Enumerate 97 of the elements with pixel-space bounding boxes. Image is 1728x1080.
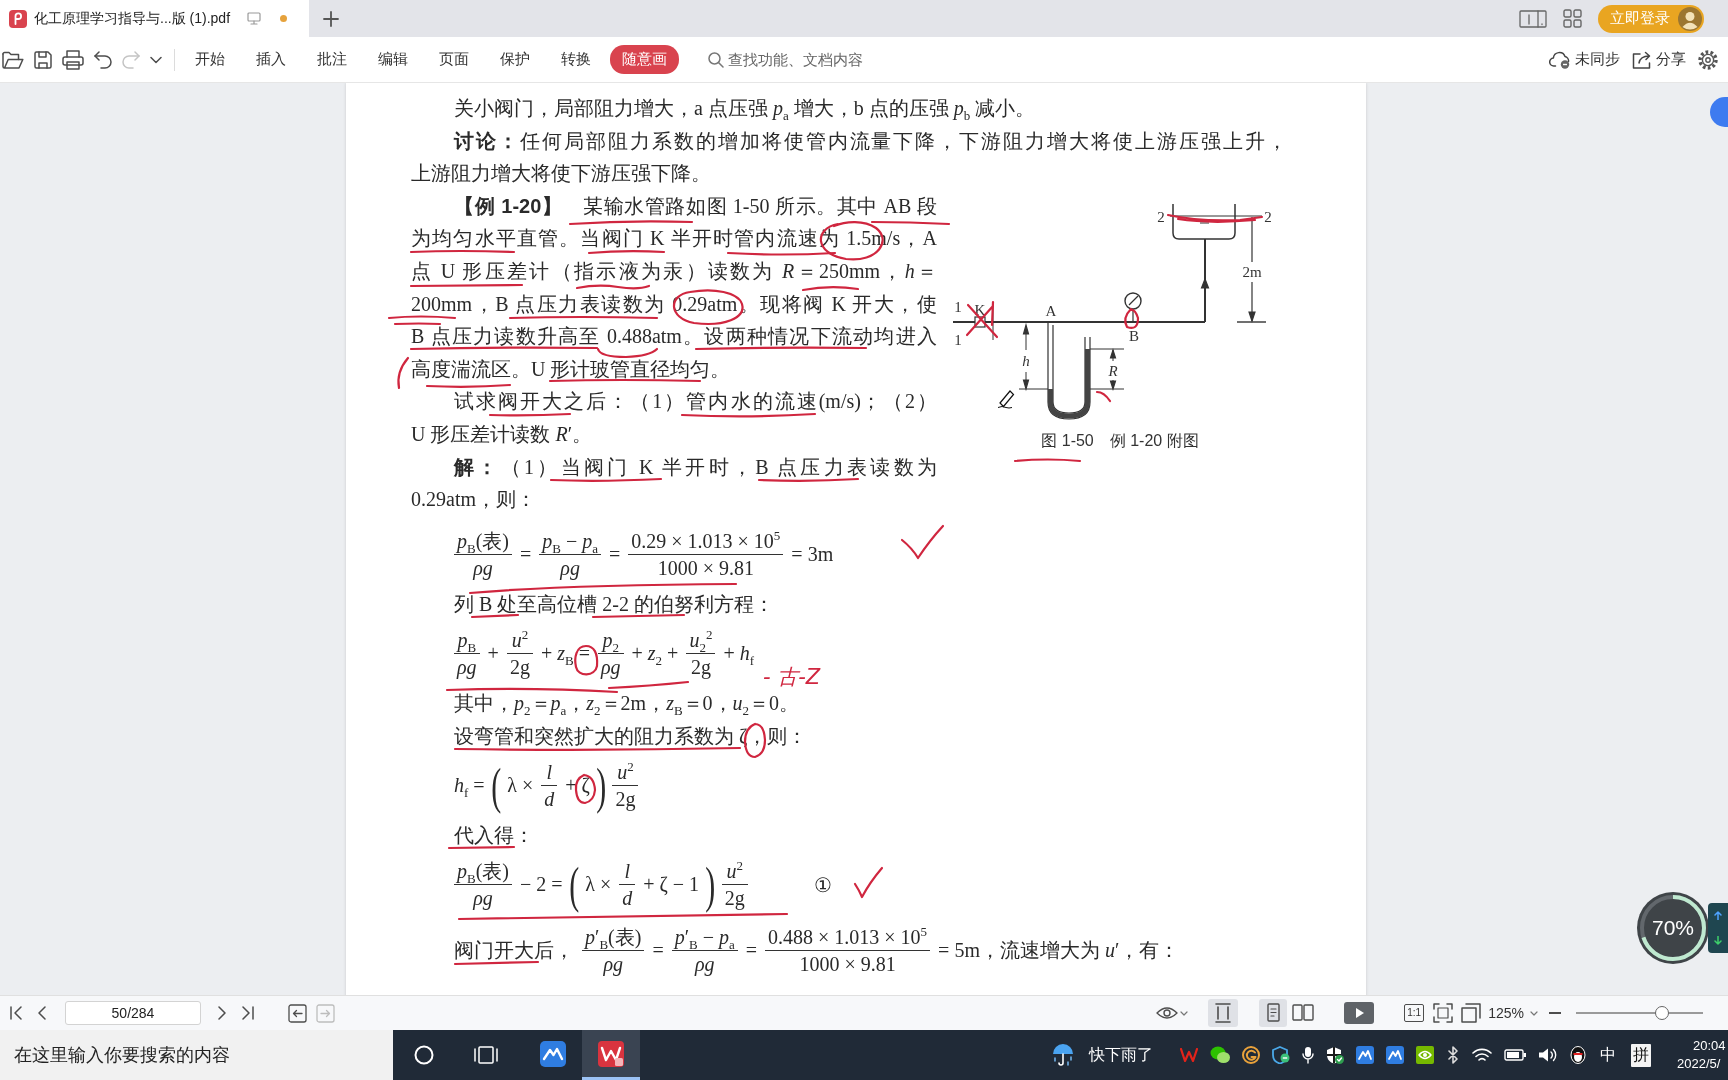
corners-icon[interactable]: [1433, 1003, 1454, 1023]
body-text: 关小阀门，局部阻力增大，a 点压强 p$_{a}$ 增大，b 点的压强 p$_{b}$ 减小。: [453, 96, 1037, 125]
cloud-icon: [1549, 50, 1571, 69]
diagram-label: 1: [954, 331, 962, 348]
wave-app-icon: [540, 1040, 566, 1067]
next-page-icon[interactable]: [217, 1005, 227, 1021]
share-icon: [1632, 50, 1652, 69]
menu-tab[interactable]: 随意画: [610, 45, 679, 74]
caret-icon[interactable]: [1180, 1010, 1189, 1016]
avatar-icon: [1678, 6, 1702, 31]
settings-icon[interactable]: [1698, 49, 1718, 70]
arrow-box-icon[interactable]: [288, 1003, 307, 1023]
eye-icon[interactable]: [1156, 1006, 1179, 1020]
zigzag-logo-icon[interactable]: [1180, 1048, 1198, 1062]
print-icon[interactable]: [62, 49, 84, 70]
shield-icon[interactable]: [1272, 1046, 1290, 1064]
handwritten-note: - 古-Z: [763, 665, 821, 689]
actual-size-button[interactable]: 1:1: [1404, 1004, 1425, 1022]
menu-tab[interactable]: 插入: [240, 45, 301, 74]
wave-app-icon[interactable]: [1356, 1046, 1374, 1064]
check-mark-icon: [853, 866, 884, 899]
menu-tab[interactable]: 转换: [545, 45, 606, 74]
clock-date[interactable]: 2022/5/: [1677, 1055, 1721, 1073]
search-icon[interactable]: [708, 51, 724, 68]
floating-tab[interactable]: [1710, 97, 1728, 127]
task-view-icon[interactable]: [474, 1045, 498, 1065]
frame-icon[interactable]: [1461, 1003, 1482, 1023]
diagram-label: B: [1129, 327, 1139, 344]
previous-page-icon[interactable]: [37, 1005, 47, 1021]
body-text: 代入得：: [454, 822, 534, 848]
menu-tab[interactable]: 页面: [423, 45, 484, 74]
layout-icon[interactable]: [1519, 9, 1547, 28]
up-arrow-icon: [1714, 911, 1722, 920]
body-text: 讨论：任何局部阻力系数的增加将使管内流量下降，下游阻力增大将使上游压强上升， 上游阻力增大将使下游压强下降。: [411, 128, 1287, 187]
zigzag-app-icon: [598, 1040, 624, 1067]
input-method-button[interactable]: 中: [1600, 1044, 1616, 1066]
play-icon[interactable]: [1344, 1002, 1375, 1024]
swirl-logo-icon[interactable]: [1242, 1046, 1260, 1064]
pen-cursor-icon: [997, 390, 1015, 409]
search-field[interactable]: 查找功能、文档内容: [728, 51, 908, 68]
menu-tab[interactable]: 编辑: [362, 45, 423, 74]
diagram-label: 2: [1264, 208, 1272, 225]
umbrella-icon[interactable]: [1051, 1043, 1075, 1067]
page-number-field[interactable]: 50/284: [65, 1001, 201, 1025]
weather-text[interactable]: 快下雨了: [1089, 1044, 1153, 1066]
first-page-icon[interactable]: [9, 1005, 23, 1021]
figure-caption: 图 1-50 例 1-20 附图: [1041, 430, 1199, 451]
wifi-icon[interactable]: [1472, 1047, 1492, 1063]
speaker-icon[interactable]: [1538, 1047, 1558, 1063]
taskbar-button[interactable]: [582, 1030, 640, 1080]
body-text: 试求阀开大之后：（1）管内水的流速(m/s)；（2） U 形压差计读数 R′。: [411, 389, 937, 447]
check-mark-icon: [900, 524, 945, 560]
double-bar-icon[interactable]: [1208, 999, 1239, 1027]
shield-icon[interactable]: [1326, 1046, 1344, 1064]
bluetooth-icon[interactable]: [1446, 1046, 1460, 1064]
diagram-label: h: [1022, 352, 1030, 369]
speed-reading: 70%: [1652, 916, 1694, 940]
taskbar-search-field[interactable]: 在这里输入你要搜索的内容: [0, 1030, 393, 1080]
diagram-label: 1: [954, 298, 962, 315]
speed-ball-widget[interactable]: 70%: [1637, 892, 1709, 964]
menu-tab[interactable]: 开始: [179, 45, 240, 74]
file-type-icon: [9, 9, 27, 28]
caret-icon: [1530, 1010, 1538, 1016]
input-method-button[interactable]: 拼: [1631, 1043, 1651, 1067]
slider-thumb[interactable]: [1655, 1006, 1670, 1020]
body-text: 列 B 处至高位槽 2-2 的伯努利方程：: [454, 591, 774, 617]
eye-logo-icon[interactable]: [1416, 1046, 1434, 1064]
caret-icon[interactable]: [150, 55, 162, 64]
battery-icon[interactable]: [1504, 1049, 1526, 1061]
last-page-icon[interactable]: [241, 1005, 255, 1021]
down-arrow-icon: [1714, 936, 1722, 945]
circle-icon[interactable]: [414, 1045, 434, 1065]
menu-tab[interactable]: 保护: [484, 45, 545, 74]
grid-icon[interactable]: [1563, 9, 1582, 28]
folder-icon[interactable]: [2, 50, 24, 69]
penguin-icon[interactable]: [1570, 1046, 1586, 1064]
microphone-icon[interactable]: [1302, 1046, 1314, 1064]
side-tab[interactable]: [1708, 903, 1728, 953]
diagram-label: A: [1045, 302, 1057, 319]
diagram-label: R: [1108, 362, 1118, 379]
body-text: 其中，p$_{2}$＝p$_{a}$，z$_{2}$＝2m，z$_{B}$＝0，u$_{2}$＝0。: [454, 690, 800, 720]
undo-icon[interactable]: [94, 50, 112, 69]
document-tab[interactable]: 化工原理学习指导与...版 (1).pdf: [0, 0, 309, 37]
menu-tab[interactable]: 批注: [301, 45, 362, 74]
body-text: 解：（1）当阀门 K 半开时，B 点压力表读数为 0.29atm，则：: [411, 454, 937, 513]
diagram-label: 2: [1157, 208, 1165, 225]
sync-button[interactable]: 未同步: [1549, 50, 1620, 69]
plus-icon[interactable]: [323, 10, 339, 27]
share-button[interactable]: 分享: [1632, 50, 1686, 69]
wave-app-icon[interactable]: [1386, 1046, 1404, 1064]
clock-time[interactable]: 20:04: [1693, 1037, 1726, 1055]
zoom-dropdown[interactable]: 125%: [1488, 1005, 1538, 1021]
diagram-label: 2m: [1242, 263, 1262, 280]
chat-bubbles-icon[interactable]: [1210, 1046, 1230, 1064]
save-icon[interactable]: [34, 50, 52, 69]
page-icon[interactable]: [1259, 999, 1288, 1027]
diagram-label: K: [974, 301, 986, 318]
